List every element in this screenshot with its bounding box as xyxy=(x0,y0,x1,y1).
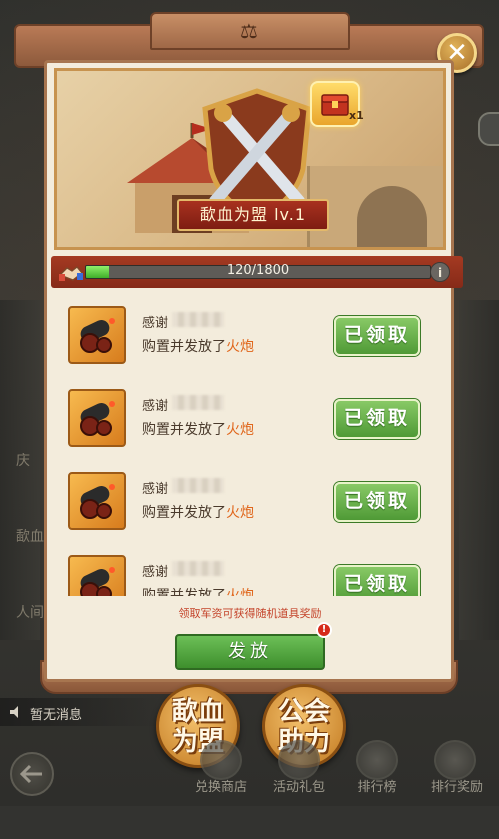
list-item: 感谢 购置并发放了火炮 已领取 xyxy=(62,300,438,370)
reward-hint: 领取军资可获得随机道具奖励 xyxy=(178,607,322,620)
nav-event-gift[interactable]: 活动礼包 xyxy=(266,740,332,800)
cannon-icon xyxy=(68,472,126,530)
background-label: 庆 xyxy=(16,453,30,469)
nav-leaderboard[interactable]: 排行榜 xyxy=(344,740,410,800)
back-button[interactable] xyxy=(10,752,54,796)
city-gate xyxy=(357,186,427,247)
badge-text: 歃血 xyxy=(171,697,224,727)
progress-row: 120/1800 i xyxy=(51,256,463,288)
row-description: 购置并发放了火炮 xyxy=(142,585,254,596)
thanks-text: 感谢 xyxy=(142,399,169,414)
blurred-player-name xyxy=(172,561,224,576)
thanks-text: 感谢 xyxy=(142,482,169,497)
claimed-button[interactable]: 已领取 xyxy=(334,316,420,356)
list-item: 感谢 购置并发放了火炮 已领取 xyxy=(62,549,438,596)
arrow-left-icon xyxy=(20,764,42,784)
handshake-icon xyxy=(57,259,85,285)
nav-label: 排行榜 xyxy=(357,780,397,795)
thanks-text: 感谢 xyxy=(142,565,169,580)
blurred-player-name xyxy=(172,312,224,327)
item-name: 火炮 xyxy=(226,422,254,438)
nav-label: 活动礼包 xyxy=(272,780,325,795)
notification-badge: ! xyxy=(316,622,332,638)
nav-exchange-shop[interactable]: 兑换商店 xyxy=(188,740,254,800)
list-item: 感谢 购置并发放了火炮 已领取 xyxy=(62,466,438,536)
shop-icon xyxy=(200,740,242,780)
message-bar[interactable]: 暂无消息 xyxy=(0,698,160,726)
cannon-icon xyxy=(68,389,126,447)
contribution-list[interactable]: 感谢 购置并发放了火炮 已领取 感谢 购置并发放了火炮 已领取 感谢 购置并发放… xyxy=(62,300,438,596)
background-left-building xyxy=(0,300,40,640)
cannon-icon xyxy=(68,555,126,596)
info-button[interactable]: i xyxy=(430,262,450,282)
background-label: 歃血 xyxy=(16,529,44,545)
nav-label: 排行奖励 xyxy=(430,780,483,795)
item-name: 火炮 xyxy=(226,588,254,596)
background-label: 人间 xyxy=(16,605,44,621)
send-button[interactable]: 发放 xyxy=(175,634,325,670)
chest-icon xyxy=(321,94,349,116)
message-text: 暂无消息 xyxy=(30,708,83,723)
claimed-button[interactable]: 已领取 xyxy=(334,482,420,522)
item-name: 火炮 xyxy=(226,505,254,521)
speaker-icon xyxy=(8,704,24,720)
nav-ranking-rewards[interactable]: 排行奖励 xyxy=(422,740,492,800)
row-description: 购置并发放了火炮 xyxy=(142,505,254,521)
item-name: 火炮 xyxy=(226,339,254,355)
list-item: 感谢 购置并发放了火炮 已领取 xyxy=(62,383,438,453)
badge-text: 公会 xyxy=(277,697,330,727)
claimed-button[interactable]: 已领取 xyxy=(334,565,420,596)
blurred-player-name xyxy=(172,478,224,493)
row-description: 购置并发放了火炮 xyxy=(142,339,254,355)
cannon-icon xyxy=(68,306,126,364)
row-description: 购置并发放了火炮 xyxy=(142,422,254,438)
progress-text: 120/1800 xyxy=(226,263,290,278)
blurred-player-name xyxy=(172,395,224,410)
gift-count: x1 xyxy=(349,109,364,122)
claimed-button[interactable]: 已领取 xyxy=(334,399,420,439)
bottom-strip xyxy=(0,806,499,839)
trophy-icon xyxy=(356,740,398,780)
nav-label: 兑换商店 xyxy=(194,780,247,795)
gift-icon xyxy=(278,740,320,780)
banner-illustration: x1 歃血为盟 lv.1 xyxy=(54,68,446,250)
background-right-building xyxy=(459,300,499,640)
coin-icon xyxy=(434,740,476,780)
alliance-level-label: 歃血为盟 lv.1 xyxy=(177,199,329,231)
side-tab[interactable] xyxy=(478,112,499,146)
thanks-text: 感谢 xyxy=(142,316,169,331)
scales-icon: ⚖ xyxy=(240,19,258,43)
